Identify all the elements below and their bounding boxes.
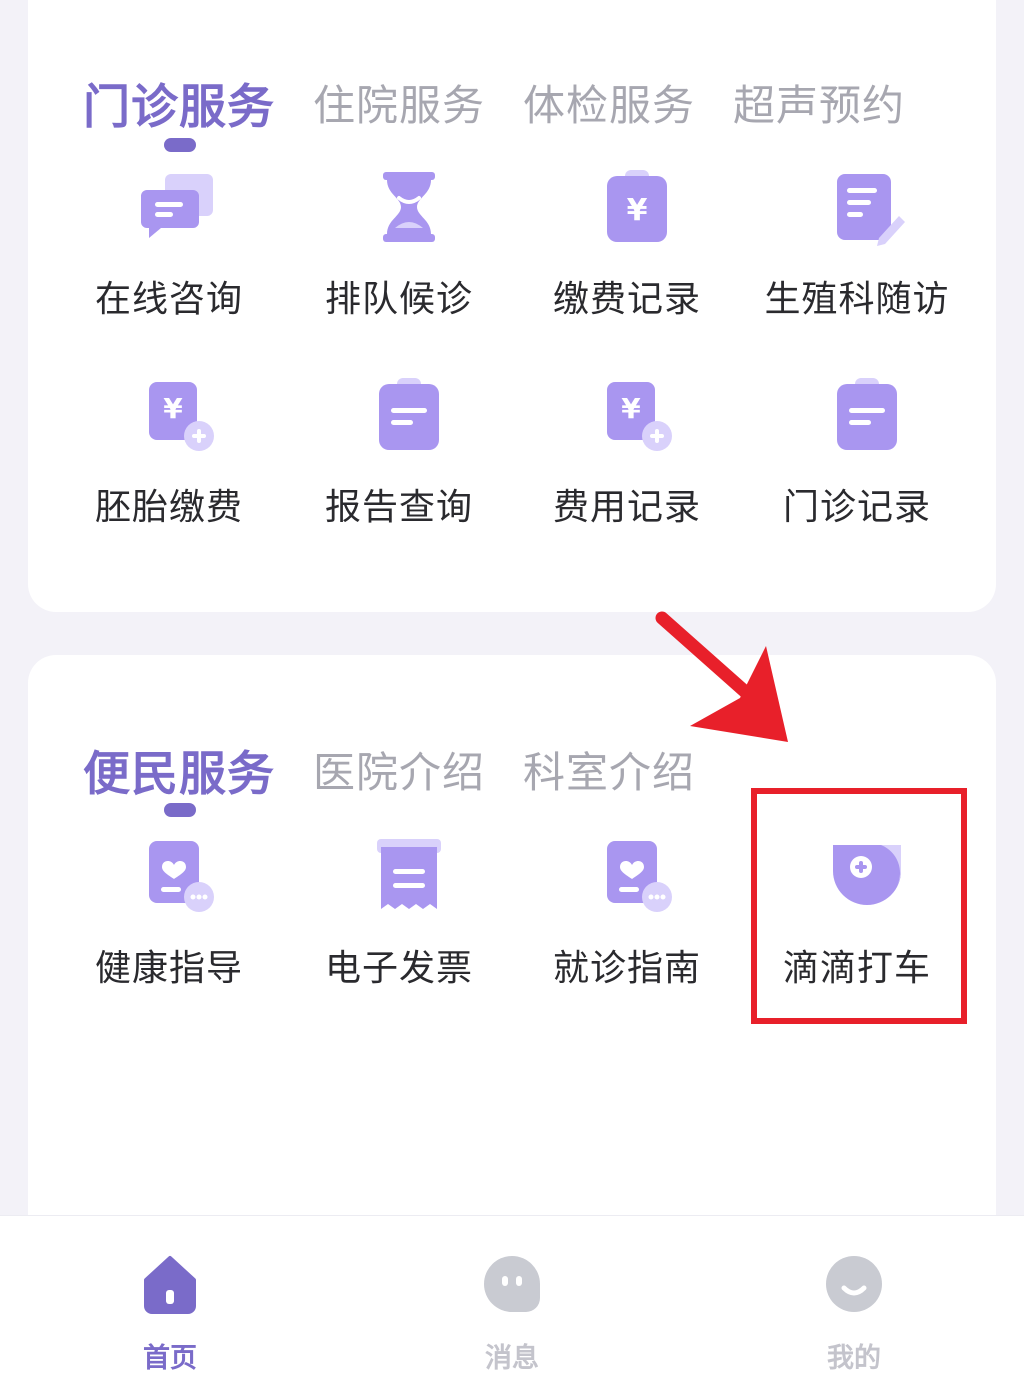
- queue-waiting-item[interactable]: 排队候诊: [284, 168, 514, 338]
- home-icon: [144, 1256, 196, 1314]
- grid-item-label: 排队候诊: [324, 279, 473, 320]
- active-tab-indicator: [164, 138, 196, 152]
- nav-profile[interactable]: 我的: [794, 1252, 914, 1374]
- outpatient-record-item[interactable]: 门诊记录: [742, 376, 972, 546]
- svg-text:¥: ¥: [621, 392, 641, 425]
- record-clipboard-icon: [837, 378, 897, 450]
- health-guidance-item[interactable]: 健康指导: [54, 837, 284, 1007]
- grid-item-label: 在线咨询: [94, 279, 243, 320]
- tab-ultrasound-booking[interactable]: 超声预约: [733, 72, 905, 133]
- yuan-card-plus-icon: ¥: [149, 382, 214, 451]
- convenience-tabs: 便民服务 医院介绍 科室介绍: [83, 735, 695, 804]
- nav-messages[interactable]: 消息: [452, 1252, 572, 1374]
- expense-record-item[interactable]: ¥ 费用记录: [512, 376, 742, 546]
- outpatient-services-card: 门诊服务 住院服务 体检服务 超声预约 在线咨询 排队候诊 ¥ 缴费记录 生殖科…: [28, 0, 996, 612]
- nav-home[interactable]: 首页: [110, 1252, 230, 1374]
- report-query-item[interactable]: 报告查询: [284, 376, 514, 546]
- notepad-pencil-icon: [837, 174, 905, 246]
- nav-label: 消息: [485, 1343, 539, 1374]
- tab-inpatient-service[interactable]: 住院服务: [313, 72, 485, 133]
- svg-text:¥: ¥: [627, 193, 648, 228]
- fertility-followup-item[interactable]: 生殖科随访: [742, 168, 972, 338]
- tab-convenience-service[interactable]: 便民服务: [83, 735, 275, 804]
- active-tab-indicator: [164, 803, 196, 817]
- visit-guide-item[interactable]: 就诊指南: [512, 837, 742, 1007]
- grid-item-label: 健康指导: [94, 948, 243, 989]
- outpatient-tabs: 门诊服务 住院服务 体检服务 超声预约: [83, 68, 905, 137]
- invoice-icon: [377, 839, 441, 909]
- tab-physical-exam-service[interactable]: 体检服务: [523, 72, 695, 133]
- red-arrow-annotation: [655, 611, 788, 742]
- grid-item-label: 电子发票: [324, 948, 473, 989]
- profile-icon: [826, 1256, 882, 1312]
- nav-label: 我的: [827, 1343, 881, 1374]
- grid-item-label: 就诊指南: [552, 948, 701, 989]
- tab-hospital-intro[interactable]: 医院介绍: [313, 739, 485, 800]
- bottom-navigation-bar: 首页 消息 我的: [0, 1215, 1024, 1386]
- highlight-box-annotation: [751, 788, 967, 1024]
- chat-bubble-icon: [141, 174, 213, 238]
- yuan-clipboard-icon: ¥: [607, 170, 667, 242]
- grid-item-label: 报告查询: [324, 487, 473, 528]
- grid-item-label: 门诊记录: [782, 487, 931, 528]
- message-icon: [484, 1256, 540, 1312]
- hourglass-icon: [383, 172, 435, 242]
- yuan-card-plus-icon: ¥: [607, 382, 672, 451]
- report-clipboard-icon: [379, 378, 439, 450]
- online-consultation-item[interactable]: 在线咨询: [54, 168, 284, 338]
- nav-label: 首页: [143, 1343, 197, 1374]
- tab-outpatient-service[interactable]: 门诊服务: [83, 68, 275, 137]
- grid-item-label: 费用记录: [552, 487, 701, 528]
- grid-item-label: 缴费记录: [552, 279, 701, 320]
- heart-card-icon: [607, 841, 672, 912]
- grid-item-label: 生殖科随访: [764, 279, 950, 320]
- grid-item-label: 胚胎缴费: [94, 487, 243, 528]
- heart-card-icon: [149, 841, 214, 912]
- e-invoice-item[interactable]: 电子发票: [284, 837, 514, 1007]
- payment-record-item[interactable]: ¥ 缴费记录: [512, 168, 742, 338]
- svg-text:¥: ¥: [163, 392, 183, 425]
- embryo-payment-item[interactable]: ¥ 胚胎缴费: [54, 376, 284, 546]
